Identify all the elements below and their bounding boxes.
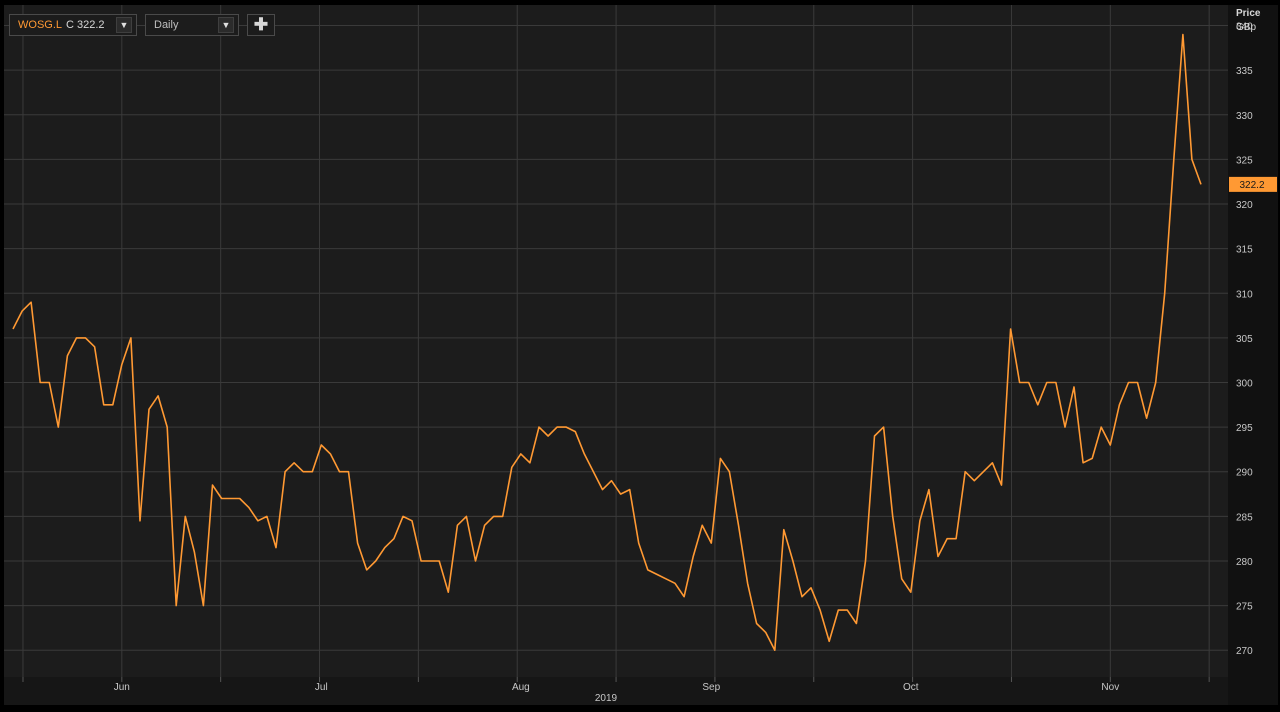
y-tick-label: 295 [1236, 423, 1253, 434]
add-series-button[interactable]: ✚ [247, 14, 275, 36]
y-tick-label: 330 [1236, 111, 1253, 122]
interval-label: Daily [154, 19, 179, 31]
y-tick-label: 280 [1236, 557, 1253, 568]
x-axis-year-label: 2019 [595, 693, 618, 704]
y-tick-label: 325 [1236, 155, 1253, 166]
y-axis-title-line1: Price [1236, 8, 1261, 19]
y-tick-label: 315 [1236, 245, 1253, 256]
y-tick-label: 320 [1236, 200, 1253, 211]
chart-toolbar: WOSG.L C 322.2 ▼ Daily ▼ ✚ [9, 14, 275, 38]
chart-window: Jun Jul Aug Sep Oct Nov 270 275 280 285 290 295 300… [0, 0, 1280, 707]
y-tick-label: 270 [1236, 646, 1253, 657]
close-value: 322.2 [76, 19, 105, 31]
plus-icon: ✚ [253, 15, 269, 34]
close-prefix: C [66, 19, 74, 31]
x-tick-label: Oct [903, 682, 919, 693]
y-tick-label: 335 [1236, 66, 1253, 77]
x-tick-label: Nov [1101, 682, 1119, 693]
y-tick-label: 305 [1236, 334, 1253, 345]
y-axis-ticks: 270 275 280 285 290 295 300 305 310 315 320 325 330 3… [1236, 22, 1253, 658]
interval-dropdown[interactable]: Daily ▼ [145, 14, 239, 36]
y-tick-label: 275 [1236, 602, 1253, 613]
chevron-down-icon[interactable]: ▼ [116, 17, 132, 33]
y-tick-label: 290 [1236, 468, 1253, 479]
y-tick-label: 300 [1236, 378, 1253, 389]
x-tick-label: Jun [114, 682, 130, 693]
chevron-down-icon[interactable]: ▼ [218, 17, 234, 33]
last-value-label: 322.2 [1239, 180, 1264, 191]
y-tick-label: 310 [1236, 289, 1253, 300]
x-tick-label: Jul [315, 682, 328, 693]
price-chart[interactable]: Jun Jul Aug Sep Oct Nov 270 275 280 285 290 295 300… [0, 0, 1280, 707]
x-tick-label: Sep [702, 682, 720, 693]
y-tick-label: 285 [1236, 512, 1253, 523]
instrument-ric: WOSG.L [18, 19, 63, 31]
x-tick-label: Aug [512, 682, 530, 693]
y-axis-title-line2: GBp [1236, 22, 1256, 33]
instrument-selector[interactable]: WOSG.L C 322.2 ▼ [9, 14, 137, 36]
